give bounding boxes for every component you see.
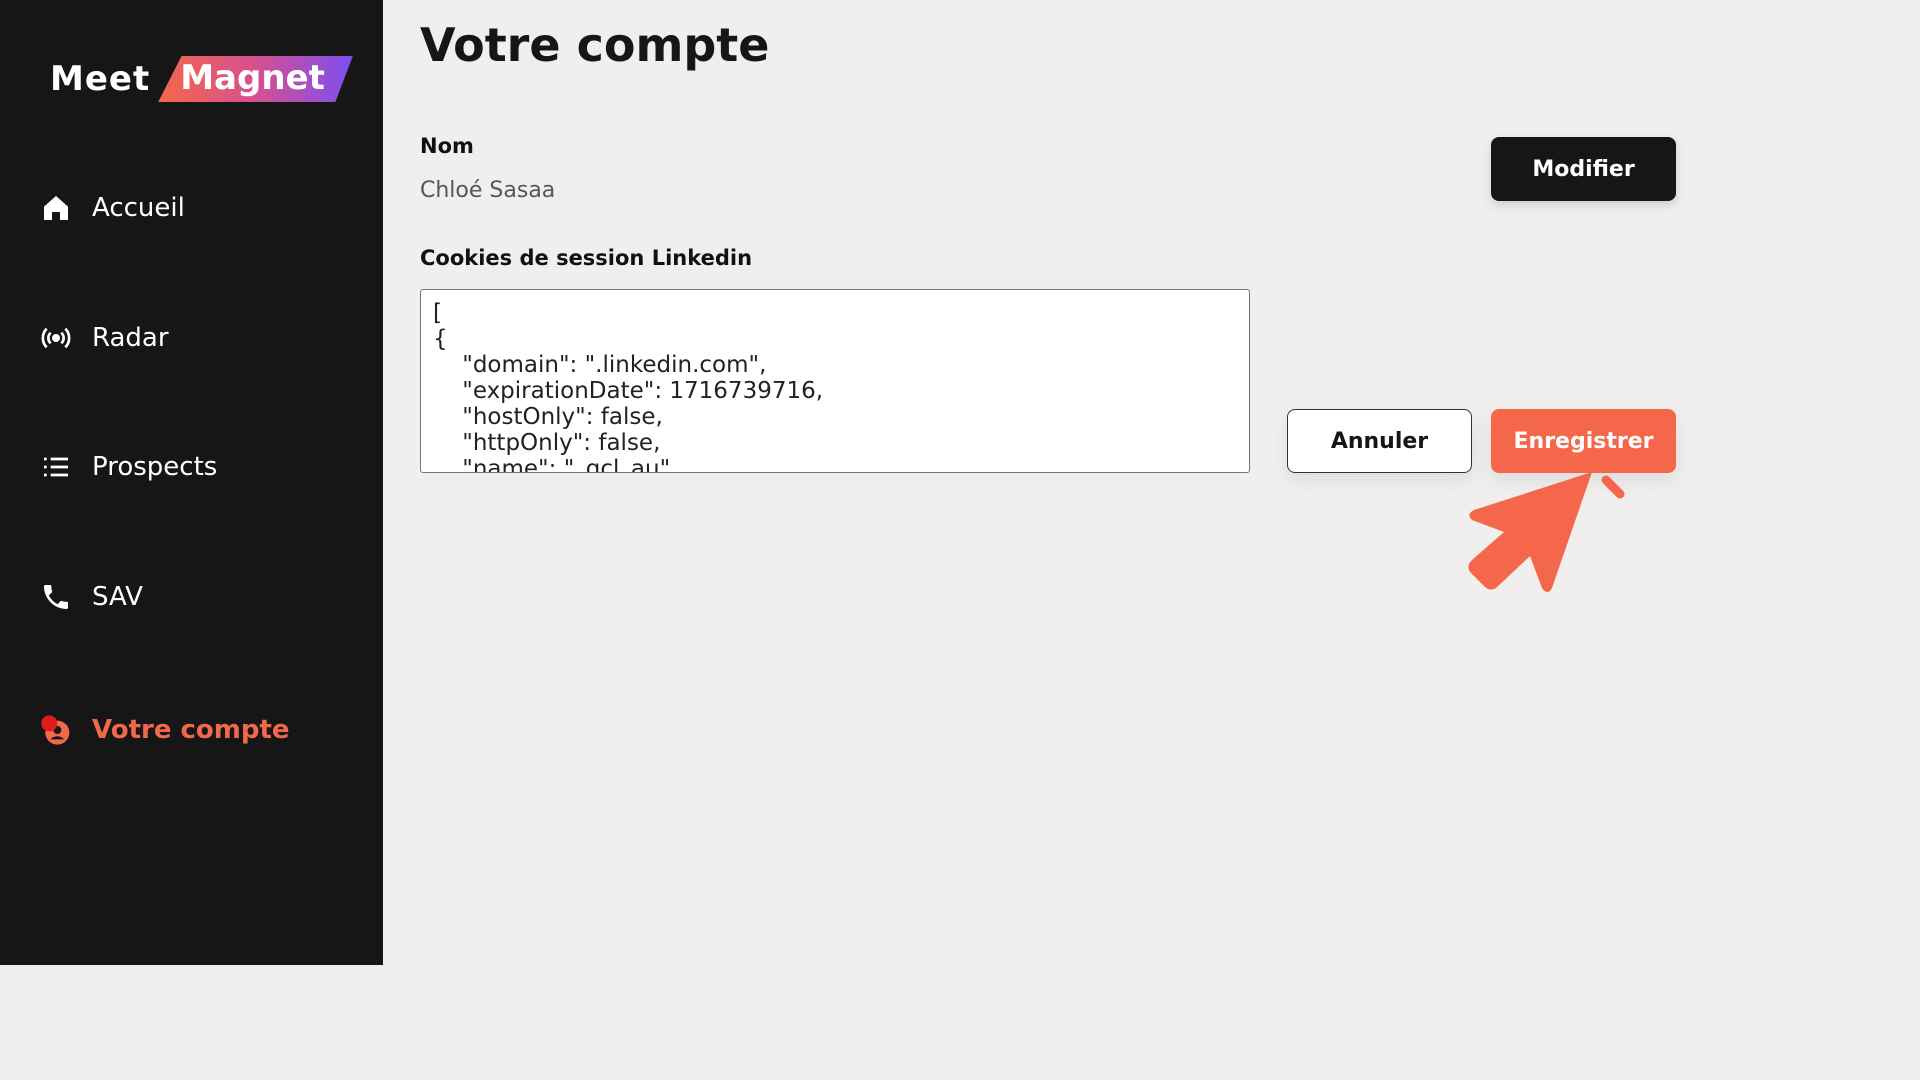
phone-icon [44,585,68,609]
sidebar-item-sav[interactable]: SAV [40,581,143,613]
sidebar-item-label: SAV [92,582,143,612]
save-button[interactable]: Enregistrer [1491,409,1676,473]
sidebar: Meet Magnet Accueil Radar Prospects SAV … [0,0,383,965]
sidebar-item-label: Votre compte [92,715,290,745]
logo-text-1: Meet [50,59,151,99]
radar-icon [41,327,71,349]
list-icon [44,457,68,477]
sidebar-item-votre-compte[interactable]: Votre compte [40,714,290,746]
home-icon [44,196,68,220]
name-value: Chloé Sasaa [420,178,556,203]
cancel-button[interactable]: Annuler [1287,409,1472,473]
sidebar-item-prospects[interactable]: Prospects [40,451,217,483]
logo-text-2: Magnet [158,56,353,102]
sidebar-item-label: Radar [92,323,169,353]
cookies-label: Cookies de session Linkedin [420,246,753,270]
cookies-textarea[interactable]: [ { "domain": ".linkedin.com", "expirati… [420,289,1250,473]
page-title: Votre compte [420,18,770,72]
modify-button[interactable]: Modifier [1491,137,1676,201]
sidebar-item-label: Prospects [92,452,218,482]
user-icon [41,715,70,745]
logo[interactable]: Meet Magnet [50,56,353,102]
sidebar-item-accueil[interactable]: Accueil [40,192,185,224]
sidebar-item-label: Accueil [92,193,185,223]
pointer-cursor-icon [1468,472,1625,592]
sidebar-item-radar[interactable]: Radar [40,322,169,354]
name-label: Nom [420,134,474,158]
